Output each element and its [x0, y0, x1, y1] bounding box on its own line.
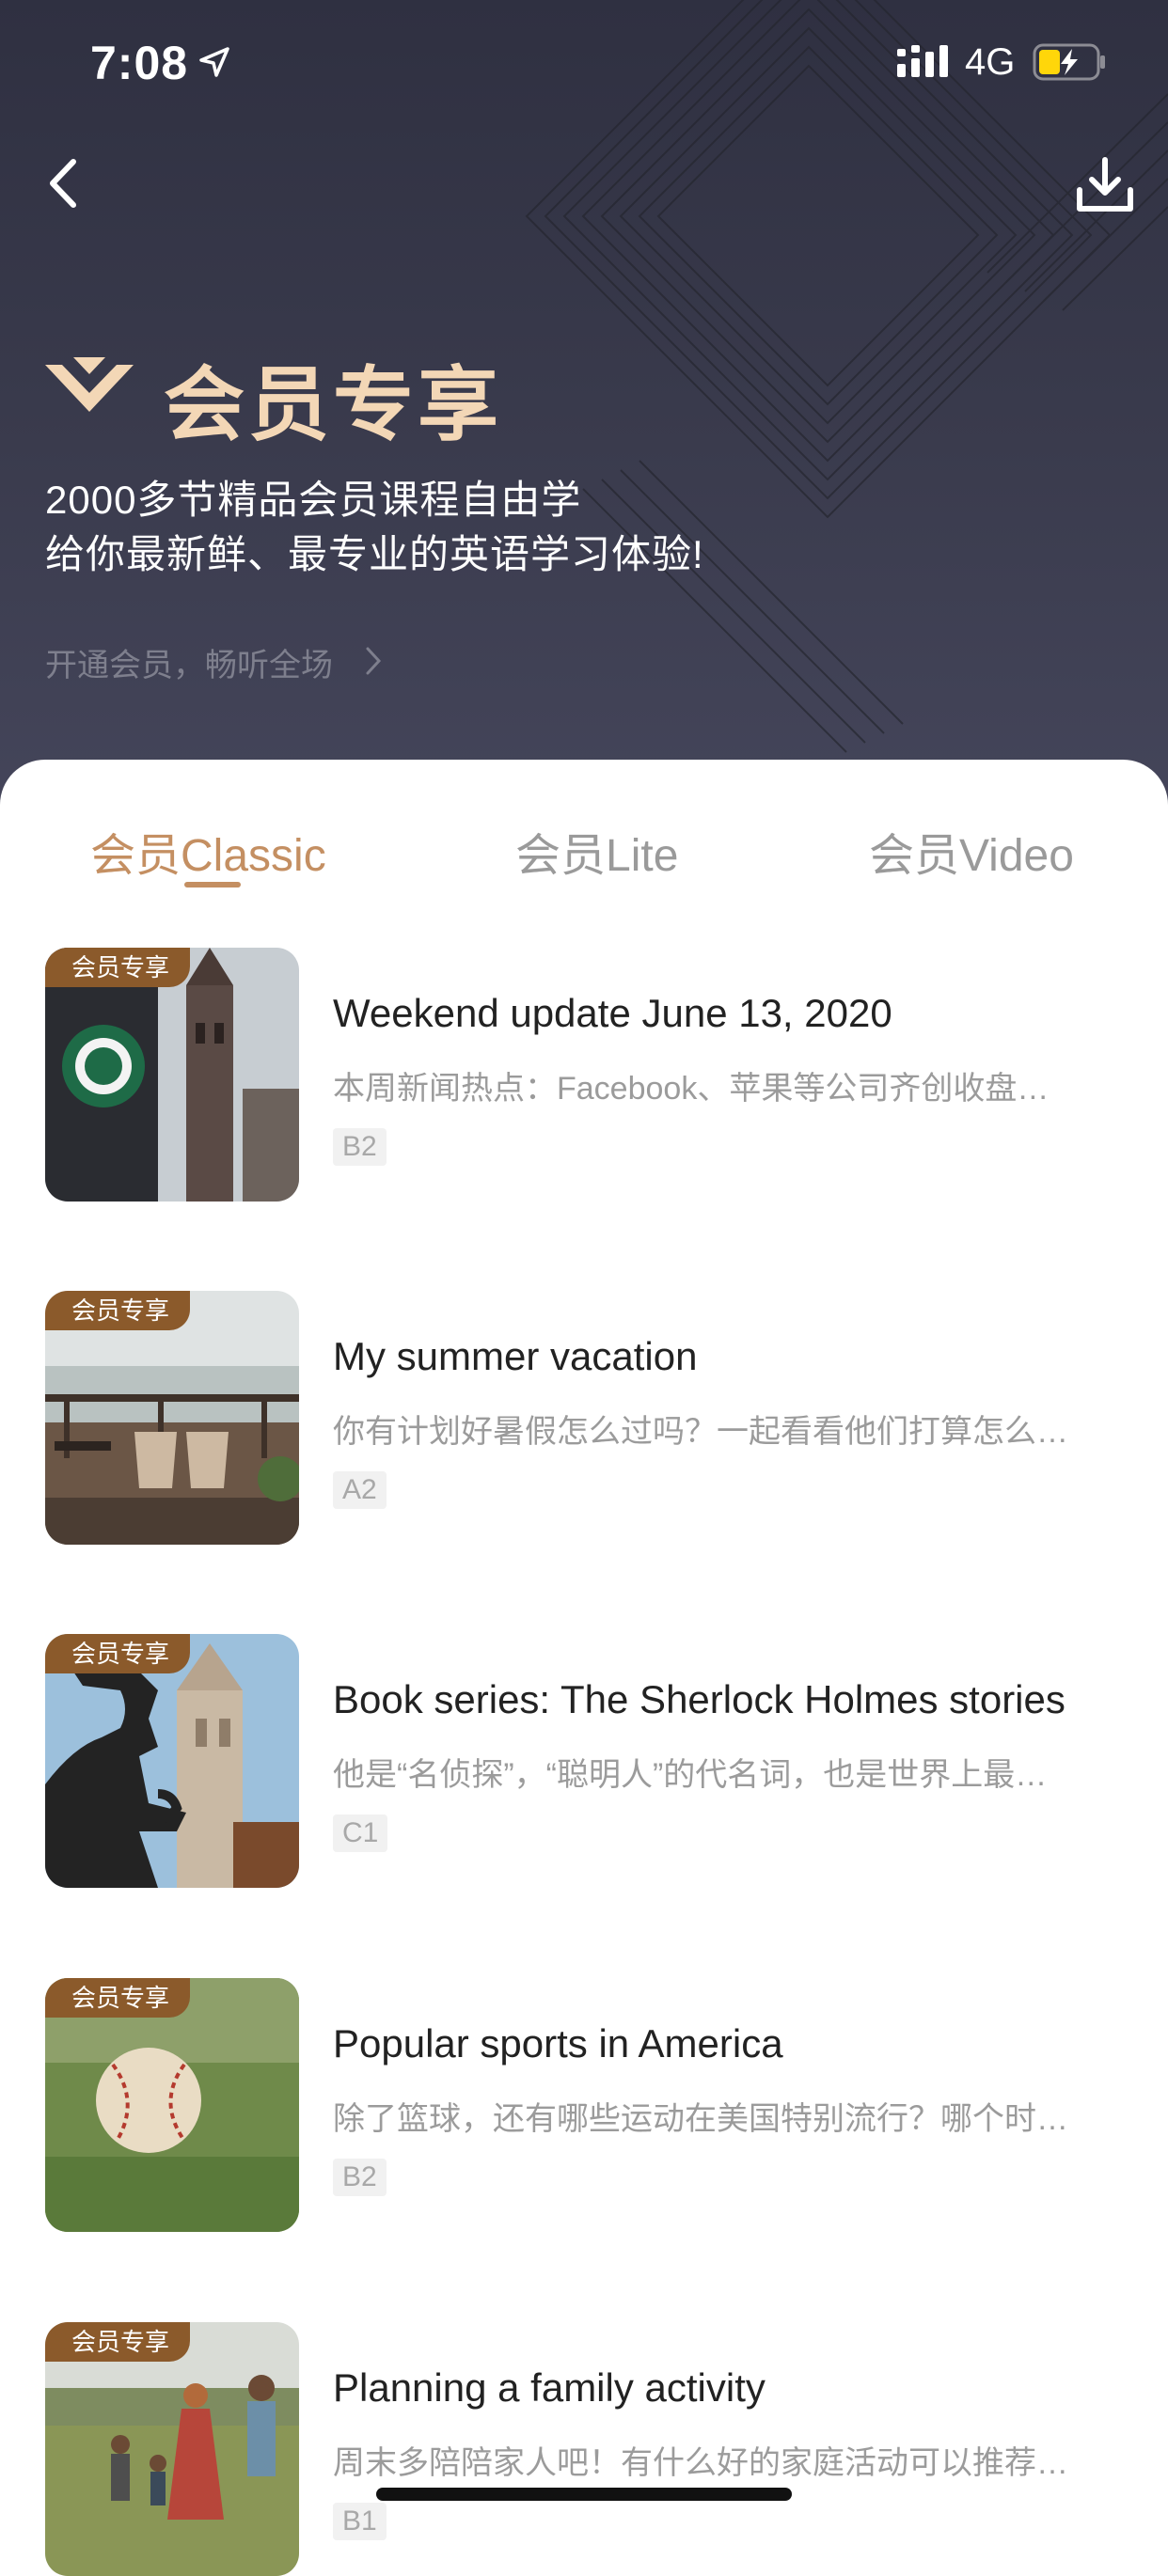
page-title: 会员专享 — [164, 360, 502, 450]
list-item[interactable]: 会员专享 Planning a family activity 周末多陪陪家人吧… — [0, 2322, 1168, 2576]
network-type: 4G — [965, 41, 1016, 83]
hero-subtitle-line1: 2000多节精品会员课程自由学 — [45, 478, 582, 522]
level-tag: B2 — [333, 2159, 387, 2196]
tab-lite[interactable]: 会员Lite — [515, 818, 678, 884]
status-bar: 7:08 4G — [0, 0, 1168, 122]
member-exclusive-badge: 会员专享 — [45, 948, 191, 987]
tab-video[interactable]: 会员Video — [869, 818, 1074, 884]
location-arrow-icon — [199, 47, 229, 77]
list-item[interactable]: 会员专享 My summer vacation 你有计划好暑假怎么过吗？一起看看… — [0, 1291, 1168, 1545]
download-icon[interactable] — [1072, 152, 1138, 218]
home-indicator[interactable] — [376, 2488, 792, 2501]
course-description: 你有计划好暑假怎么过吗？一起看看他们打算怎么… — [333, 1414, 1068, 1450]
course-list-sheet: 会员Classic 会员Lite 会员Video 会员专享 Weekend up… — [0, 760, 1168, 2576]
course-thumbnail: 会员专享 — [45, 1978, 299, 2232]
course-thumbnail: 会员专享 — [45, 1291, 299, 1545]
vip-logo-icon — [45, 357, 134, 412]
back-button[interactable] — [39, 150, 87, 216]
member-exclusive-badge: 会员专享 — [45, 2322, 191, 2362]
member-exclusive-badge: 会员专享 — [45, 1291, 191, 1330]
course-title: Planning a family activity — [333, 2365, 766, 2410]
course-thumbnail: 会员专享 — [45, 948, 299, 1202]
cellular-signal-icon — [897, 45, 948, 77]
course-description: 本周新闻热点：Facebook、苹果等公司齐创收盘… — [333, 1071, 1050, 1107]
course-title: Weekend update June 13, 2020 — [333, 991, 892, 1035]
member-hero-header: 7:08 4G 会员专享 2000多节精品会员课程自由学 给你最新鲜、最专业的英… — [0, 0, 1168, 809]
course-title: My summer vacation — [333, 1334, 698, 1378]
open-membership-link[interactable]: 开通会员，畅听全场 — [45, 639, 333, 685]
level-tag: C1 — [333, 1814, 388, 1852]
course-thumbnail: 会员专享 — [45, 2322, 299, 2576]
tab-classic[interactable]: 会员Classic — [90, 818, 326, 884]
course-title: Popular sports in America — [333, 2021, 783, 2066]
member-exclusive-badge: 会员专享 — [45, 1978, 191, 2018]
status-time: 7:08 — [90, 37, 189, 89]
chevron-right-icon[interactable] — [363, 645, 384, 677]
list-item[interactable]: 会员专享 Book series: The Sherlock Holmes st… — [0, 1634, 1168, 1888]
course-description: 周末多陪陪家人吧！有什么好的家庭活动可以推荐… — [333, 2445, 1068, 2481]
list-item[interactable]: 会员专享 Weekend update June 13, 2020 本周新闻热点… — [0, 948, 1168, 1202]
member-exclusive-badge: 会员专享 — [45, 1634, 191, 1673]
list-item[interactable]: 会员专享 Popular sports in America 除了篮球，还有哪些… — [0, 1978, 1168, 2232]
level-tag: B2 — [333, 1128, 387, 1166]
battery-charging-icon — [1033, 43, 1105, 81]
course-description: 他是“名侦探”，“聪明人”的代名词，也是世界上最… — [333, 1757, 1048, 1793]
course-thumbnail: 会员专享 — [45, 1634, 299, 1888]
hero-subtitle-line2: 给你最新鲜、最专业的英语学习体验! — [45, 532, 704, 576]
active-tab-indicator — [184, 882, 241, 887]
level-tag: B1 — [333, 2503, 387, 2540]
course-title: Book series: The Sherlock Holmes stories — [333, 1677, 1065, 1721]
level-tag: A2 — [333, 1471, 387, 1509]
course-description: 除了篮球，还有哪些运动在美国特别流行？哪个时… — [333, 2101, 1068, 2137]
